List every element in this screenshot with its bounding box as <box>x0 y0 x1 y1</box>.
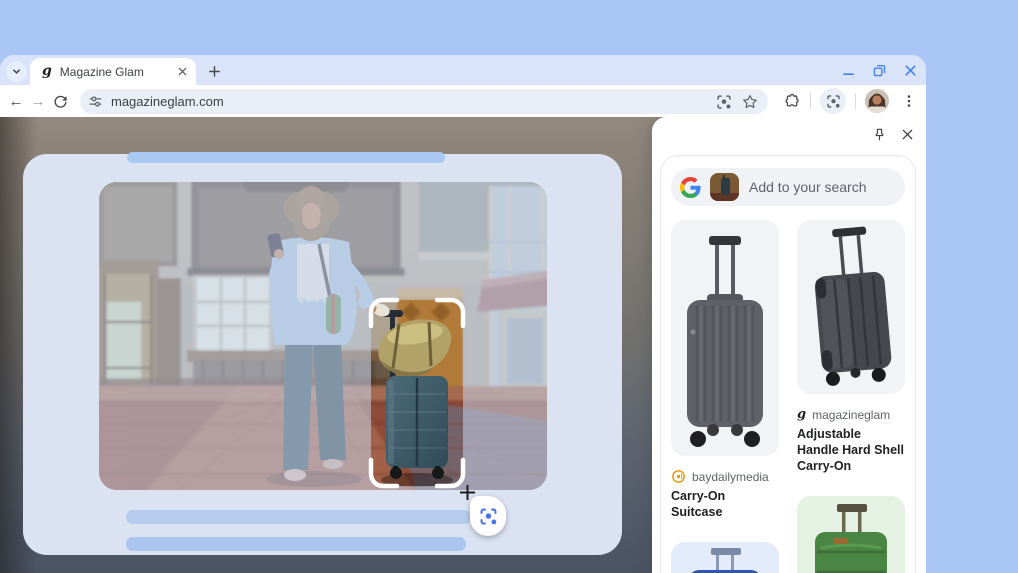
profile-avatar[interactable] <box>865 89 889 113</box>
tab-strip: g Magazine Glam <box>0 55 926 85</box>
lens-session-button[interactable] <box>820 88 846 114</box>
lens-results-card: Add to your search baydailymedia Carry-O… <box>660 155 916 573</box>
new-tab-button[interactable] <box>205 62 224 81</box>
result-source[interactable]: baydailymedia <box>671 469 779 484</box>
product-image-green-suitcase[interactable] <box>797 496 905 573</box>
plus-icon <box>209 66 220 77</box>
results-column-right: g magazineglam Adjustable Handle Hard Sh… <box>797 220 905 573</box>
tab-close-icon[interactable] <box>177 66 188 77</box>
tab-magazine-glam[interactable]: g Magazine Glam <box>30 58 196 85</box>
product-image-gray-suitcase[interactable] <box>671 220 779 456</box>
product-image-blue-suitcase[interactable] <box>671 542 779 573</box>
search-placeholder: Add to your search <box>749 179 867 195</box>
placeholder-heading-bar <box>127 152 445 163</box>
forward-button[interactable]: → <box>27 90 49 112</box>
browser-content: Add to your search baydailymedia Carry-O… <box>0 117 926 573</box>
minimize-button[interactable] <box>841 63 856 78</box>
site-favicon: g <box>42 62 52 79</box>
browser-window: g Magazine Glam ← → magazineglam.com Add… <box>0 55 926 573</box>
close-button[interactable] <box>903 63 918 78</box>
result-source[interactable]: g magazineglam <box>797 407 905 422</box>
pin-panel-button[interactable] <box>870 125 888 143</box>
toolbar-separator <box>810 93 811 109</box>
toolbar-separator <box>855 93 856 109</box>
baydailymedia-favicon <box>672 470 685 483</box>
window-controls <box>841 55 918 85</box>
close-icon <box>902 129 912 139</box>
bookmark-star-icon[interactable] <box>742 94 758 110</box>
browser-menu-button[interactable] <box>898 90 920 112</box>
reload-button[interactable] <box>49 90 71 112</box>
site-settings-icon[interactable] <box>88 94 103 109</box>
google-logo <box>680 176 701 198</box>
close-panel-button[interactable] <box>898 125 916 143</box>
hero-photo-illustration <box>99 182 547 490</box>
browser-toolbar: ← → magazineglam.com <box>0 85 926 117</box>
placeholder-text-bar <box>126 537 466 551</box>
results-column-left: baydailymedia Carry-On Suitcase <box>671 220 779 573</box>
hero-image[interactable] <box>99 182 547 490</box>
lens-icon <box>480 508 496 524</box>
product-image-dark-suitcase[interactable] <box>797 220 905 394</box>
lens-dim-overlay <box>99 182 547 490</box>
lens-search-bar[interactable]: Add to your search <box>671 168 905 206</box>
desktop: g Magazine Glam ← → magazineglam.com Add… <box>0 0 1018 573</box>
lens-search-icon[interactable] <box>716 94 732 110</box>
restore-button[interactable] <box>872 63 887 78</box>
magazineglam-favicon: g <box>797 407 807 422</box>
tab-title: Magazine Glam <box>59 64 144 79</box>
lens-region-search-button[interactable] <box>470 496 506 536</box>
article-card <box>23 152 622 555</box>
placeholder-text-bar <box>126 510 471 524</box>
address-bar[interactable]: magazineglam.com <box>80 89 768 114</box>
result-title[interactable]: Carry-On Suitcase <box>671 488 779 520</box>
source-name: baydailymedia <box>692 469 769 484</box>
result-title[interactable]: Adjustable Handle Hard Shell Carry-On <box>797 426 905 474</box>
lens-side-panel: Add to your search baydailymedia Carry-O… <box>652 117 926 573</box>
chevron-down-icon <box>13 69 20 74</box>
url-text: magazineglam.com <box>111 94 224 109</box>
back-button[interactable]: ← <box>5 90 27 112</box>
results-grid: baydailymedia Carry-On Suitcase g magazi… <box>671 220 905 573</box>
tab-search-button[interactable] <box>6 61 27 82</box>
source-name: magazineglam <box>812 407 891 422</box>
extensions-icon[interactable] <box>784 93 801 110</box>
query-image-thumbnail <box>710 173 739 201</box>
pin-icon <box>875 128 883 140</box>
lens-icon <box>826 94 840 108</box>
